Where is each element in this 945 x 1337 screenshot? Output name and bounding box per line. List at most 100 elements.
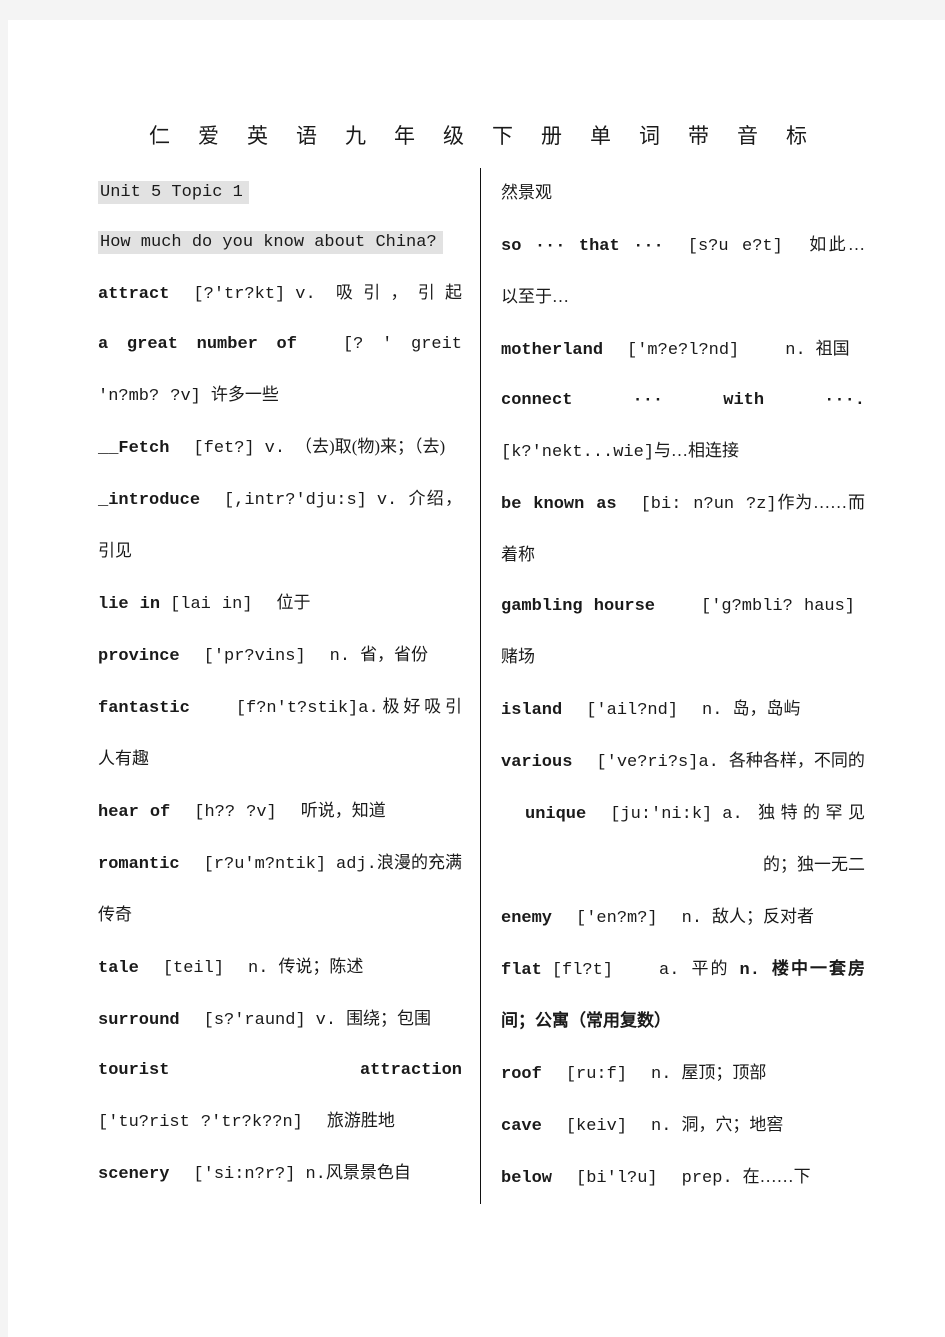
vocab-pos: v.: [295, 285, 316, 304]
two-column-body: Unit 5 Topic 1 How much do you know abou…: [98, 168, 873, 1204]
vocab-meaning: 省，省份: [360, 645, 429, 664]
vocab-word: attract: [98, 285, 170, 304]
vocab-entry: lie in [lai in] 位于: [98, 578, 462, 630]
vocab-pos: v.: [264, 439, 286, 458]
vocab-word: be known as: [501, 495, 617, 514]
vocab-word: connect ··· with ···.: [501, 391, 865, 410]
vocab-ipa: ['ve?ri?s]: [596, 753, 699, 772]
vocab-word: fantastic: [98, 699, 190, 718]
vocab-word: gambling hourse: [501, 597, 655, 616]
vocab-ipa: ['en?m?]: [576, 909, 658, 928]
vocab-entry: __Fetch [fet?] v. （去)取(物)来；（去): [98, 422, 462, 474]
vocab-word: romantic: [98, 855, 180, 874]
vocab-ipa: [s?u e?t]: [687, 237, 783, 256]
vocab-meaning: 祖国: [815, 339, 850, 358]
vocab-pos: n.: [305, 1165, 326, 1184]
vocab-ipa: [r?u'm?ntik]: [203, 855, 327, 874]
topic-heading: How much do you know about China?: [98, 218, 462, 268]
vocab-meaning: 赌场: [501, 647, 535, 666]
vocab-pos: n.: [651, 1117, 672, 1136]
vocab-meaning: 平的: [689, 959, 730, 978]
title-char: 带: [688, 124, 709, 148]
vocab-entry: flat [fl?t] a. 平的 n. 楼中一套房间；公寓（常用复数）: [501, 944, 865, 1048]
vocab-pos-secondary: n.: [739, 961, 760, 980]
vocab-word: hear of: [98, 803, 171, 822]
vocab-meaning: 吸引，引起: [325, 283, 462, 302]
vocab-pos: n.: [329, 647, 351, 666]
vocab-entry: _introduce [,intr?'dju:s] v. 介绍，引见: [98, 474, 462, 578]
vocab-entry: below [bi'l?u] prep. 在……下: [501, 1152, 865, 1204]
vocab-ipa: [bi: n?un ?z]: [640, 495, 777, 514]
vocab-entry: enemy ['en?m?] n. 敌人；反对者: [501, 892, 865, 944]
vocab-pos: a.: [659, 961, 680, 980]
vocab-pos: adj.: [336, 855, 377, 874]
vocab-pos: n.: [651, 1065, 672, 1084]
vocab-entry: hear of [h?? ?v] 听说，知道: [98, 786, 462, 838]
vocab-word: tale: [98, 959, 139, 978]
vocab-pos: a.: [722, 805, 743, 824]
vocab-pos: n.: [248, 959, 269, 978]
vocab-meaning: 位于: [276, 593, 311, 612]
vocab-pos: prep.: [681, 1169, 733, 1188]
vocab-entry: island ['ail?nd] n. 岛，岛屿: [501, 684, 865, 736]
vocab-ipa: ['m?e?l?nd]: [627, 341, 740, 360]
right-column: 然景观 so ··· that ··· [s?u e?t] 如此…以至于… moth…: [493, 168, 865, 1204]
vocab-meaning: 各种各样，不同的: [728, 751, 865, 770]
vocab-ipa: [teil]: [162, 959, 225, 978]
continuation-text: 然景观: [501, 168, 865, 220]
vocab-ipa: [bi'l?u]: [576, 1169, 658, 1188]
vocab-entry-detail: ['tu?rist ?'tr?k??n] 旅游胜地: [98, 1096, 462, 1148]
vocab-meaning: 许多一些: [210, 385, 279, 404]
vocab-meaning: 与…相连接: [654, 441, 740, 460]
vocab-ipa: ['pr?vins]: [203, 647, 306, 666]
vocab-entry: romantic [r?u'm?ntik] adj.浪漫的充满传奇: [98, 838, 462, 942]
continuation-label: 然景观: [501, 183, 552, 202]
vocab-meaning: 敌人；反对者: [712, 907, 815, 926]
vocab-meaning: 围绕；包围: [346, 1009, 432, 1028]
title-char: 英: [247, 124, 268, 148]
vocab-entry: tale [teil] n. 传说；陈述: [98, 942, 462, 994]
vocab-ipa: [ju:'ni:k]: [610, 805, 713, 824]
vocab-ipa: [?'tr?kt]: [193, 285, 286, 304]
title-char: 仁: [149, 124, 170, 148]
vocab-pos: a.: [358, 699, 379, 718]
vocab-entry: surround [s?'raund] v. 围绕；包围: [98, 994, 462, 1046]
vocab-pos: n.: [702, 701, 723, 720]
vocab-meaning: 传说；陈述: [278, 957, 364, 976]
vocab-ipa: [f?n't?stik]: [235, 699, 359, 718]
vocab-ipa: [lai in]: [170, 595, 253, 614]
vocab-entry: scenery ['si:n?r?] n.风景景色自: [98, 1148, 462, 1200]
title-char: 爱: [198, 124, 219, 148]
vocab-pos: v.: [315, 1011, 337, 1030]
title-char: 册: [541, 124, 562, 148]
vocab-entry: roof [ru:f] n. 屋顶；顶部: [501, 1048, 865, 1100]
vocab-meaning: 屋顶；顶部: [681, 1063, 767, 1082]
vocab-meaning: （去)取(物)来；（去): [295, 437, 446, 456]
title-char: 音: [737, 124, 758, 148]
vocab-ipa: ['tu?rist ?'tr?k??n]: [98, 1113, 303, 1132]
vocab-word: motherland: [501, 341, 604, 360]
title-char: 单: [590, 124, 611, 148]
vocab-word: enemy: [501, 909, 553, 928]
vocab-ipa: ['si:n?r?]: [193, 1165, 296, 1184]
left-column: Unit 5 Topic 1 How much do you know abou…: [98, 168, 470, 1200]
vocab-word: surround: [98, 1011, 180, 1030]
vocab-pos: n.: [681, 909, 703, 928]
unit-heading: Unit 5 Topic 1: [98, 168, 462, 218]
vocab-word: a great number of: [98, 335, 297, 354]
vocab-meaning: 洞，穴；地窖: [681, 1115, 784, 1134]
title-char: 下: [492, 124, 513, 148]
vocab-word: province: [98, 647, 180, 666]
vocab-word: below: [501, 1169, 553, 1188]
vocab-entry: motherland ['m?e?l?nd] n. 祖国: [501, 324, 865, 376]
vocab-entry: tourist attraction: [98, 1046, 462, 1096]
vocab-entry: province ['pr?vins] n. 省，省份: [98, 630, 462, 682]
vocab-word: roof: [501, 1065, 542, 1084]
vocab-word: island: [501, 701, 563, 720]
vocab-ipa: [k?'nekt...wie]: [501, 443, 655, 462]
vocab-pos: v.: [376, 491, 398, 510]
vocab-entry: gambling hourse ['g?mbli? haus] 赌场: [501, 582, 865, 684]
vocab-ipa: ['ail?nd]: [586, 701, 679, 720]
column-divider: [480, 168, 481, 1204]
vocab-word: tourist attraction: [98, 1061, 462, 1080]
